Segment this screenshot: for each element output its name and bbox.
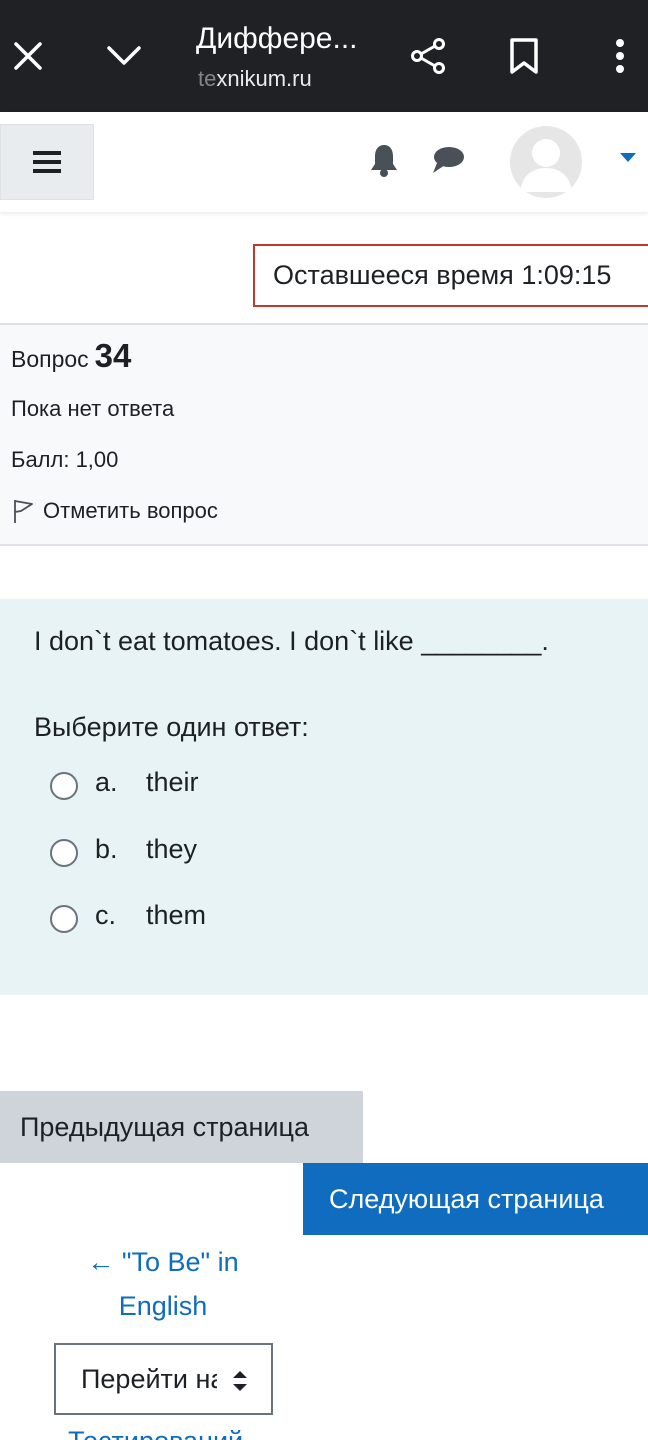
timer-label: Оставшееся время <box>273 260 514 290</box>
radio-button-c[interactable] <box>50 905 78 933</box>
next-activity-link[interactable]: Тестирований → <box>68 1426 278 1440</box>
previous-page-button[interactable]: Предыдущая страница <box>0 1091 363 1163</box>
question-number-value: 34 <box>94 337 132 374</box>
notifications-button[interactable] <box>364 138 404 182</box>
previous-activity-link[interactable]: ← "To Be" in English <box>60 1240 266 1328</box>
bookmark-button[interactable] <box>500 28 548 84</box>
radio-button-b[interactable] <box>50 839 78 867</box>
answer-option-a[interactable]: a. their <box>50 762 199 802</box>
bell-icon <box>371 145 397 177</box>
url-dim-part: te <box>198 66 217 91</box>
quiz-timer: Оставшееся время 1:09:15 <box>253 244 648 307</box>
jump-select-label: Перейти на... <box>81 1363 217 1394</box>
question-state: Пока нет ответа <box>11 396 175 421</box>
caret-down-icon <box>620 153 636 162</box>
url-main-part: xnikum.ru <box>216 66 312 91</box>
user-avatar[interactable] <box>510 126 582 198</box>
answer-option-b[interactable]: b. they <box>50 829 197 869</box>
next-page-button[interactable]: Следующая страница <box>303 1163 648 1235</box>
share-button[interactable] <box>404 28 452 84</box>
option-text[interactable]: their <box>146 767 199 798</box>
radio-button-a[interactable] <box>50 772 78 800</box>
option-letter: b. <box>95 833 118 864</box>
question-text: I don`t eat tomatoes. I don`t like _____… <box>34 626 549 656</box>
flag-question-link[interactable]: Отметить вопрос <box>11 497 218 525</box>
messages-button[interactable] <box>426 140 470 180</box>
avatar-icon <box>520 139 572 192</box>
option-text[interactable]: they <box>146 834 197 865</box>
more-vert-icon <box>616 39 624 73</box>
option-text[interactable]: them <box>146 900 206 931</box>
close-icon <box>14 42 42 70</box>
bookmark-icon <box>510 38 538 74</box>
select-arrows-icon <box>233 1371 247 1391</box>
flag-icon <box>11 497 35 525</box>
more-options-button[interactable] <box>600 28 640 84</box>
chat-icon <box>433 147 464 173</box>
answer-option-c[interactable]: c. them <box>50 895 206 935</box>
tab-url: texnikum.ru <box>198 66 312 92</box>
close-button[interactable] <box>4 28 52 84</box>
share-icon <box>411 38 445 74</box>
hamburger-icon <box>33 151 61 173</box>
option-letter: a. <box>95 766 118 797</box>
user-menu-toggle[interactable] <box>618 150 638 166</box>
timer-value: 1:09:15 <box>521 260 612 290</box>
drawer-toggle-button[interactable] <box>0 124 94 200</box>
answer-prompt: Выберите один ответ: <box>34 712 309 742</box>
option-letter: c. <box>95 899 117 930</box>
question-number: Вопрос 34 <box>11 337 131 375</box>
tab-title: Диффере... <box>196 22 358 55</box>
browser-toolbar <box>0 0 648 112</box>
chevron-down-icon <box>107 46 141 65</box>
jump-to-activity-select[interactable]: Перейти на... <box>54 1343 273 1415</box>
flag-question-label: Отметить вопрос <box>43 498 218 523</box>
question-number-label: Вопрос <box>11 346 89 372</box>
collapse-button[interactable] <box>100 28 148 84</box>
question-grade: Балл: 1,00 <box>11 447 119 472</box>
